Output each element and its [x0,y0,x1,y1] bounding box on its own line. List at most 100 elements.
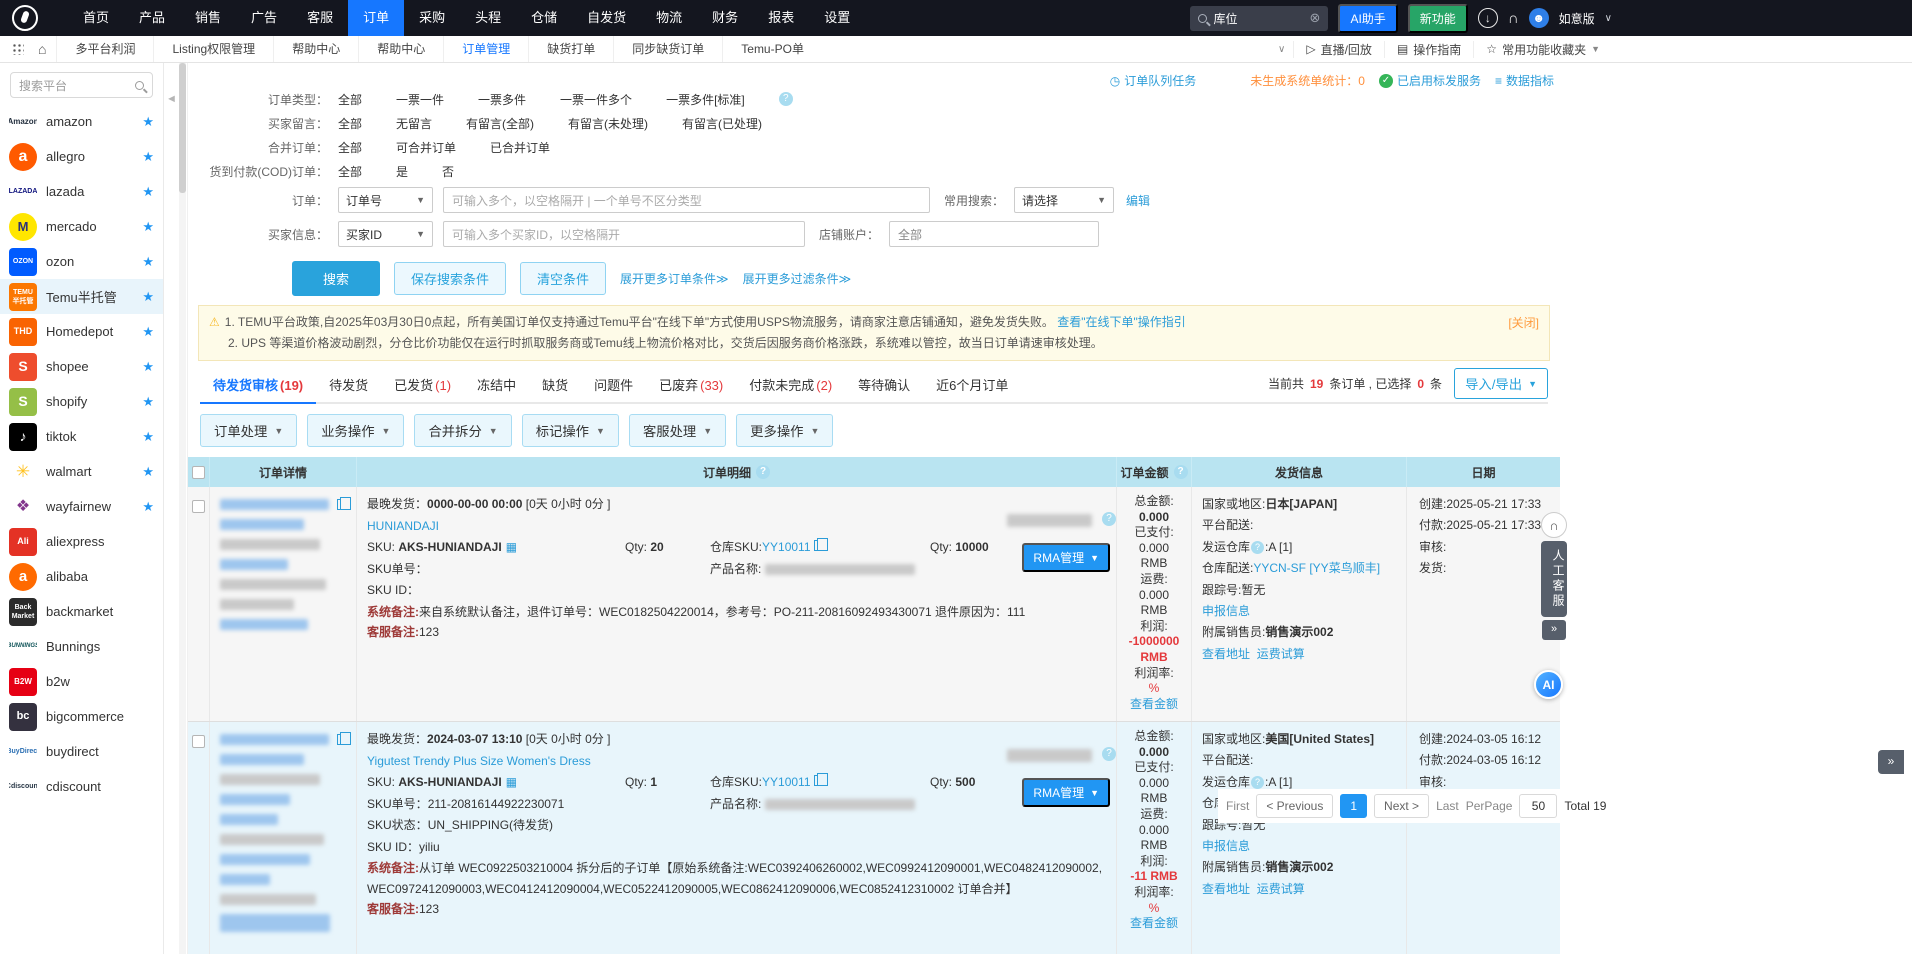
filter-option[interactable]: 可合并订单 [396,139,456,156]
edition-label[interactable]: 如意版 [1559,10,1595,27]
filter-option[interactable]: 全部 [338,115,362,132]
import-export-button[interactable]: 导入/导出▼ [1454,368,1548,399]
platform-item[interactable]: a alibaba ★ [0,559,163,594]
more-filter-conditions-link[interactable]: 展开更多过滤条件≫ [743,270,852,287]
per-page-input[interactable]: 50 [1519,794,1557,818]
status-tab[interactable]: 已发货(1) [381,365,464,402]
notice-guide-link[interactable]: 查看"在线下单"操作指引 [1057,315,1186,329]
notice-close-link[interactable]: [关闭] [1508,313,1539,334]
grid-icon[interactable]: ▦ [506,540,517,554]
platform-item[interactable]: a allegro ★ [0,139,163,174]
grid-icon[interactable]: ▦ [506,775,517,789]
filter-option[interactable]: 一票多件 [478,91,526,108]
filter-option[interactable]: 一票一件 [396,91,444,108]
help-icon[interactable]: ? [1102,747,1116,761]
tabs-chevron-down-icon[interactable]: ∨ [1278,44,1293,55]
status-tab[interactable]: 缺货 [529,365,581,402]
filter-option[interactable]: 全部 [338,139,362,156]
platform-item[interactable]: Cdiscount cdiscount ★ [0,769,163,804]
buyer-id-input[interactable]: 可输入多个买家ID，以空格隔开 [443,221,805,247]
platform-search-input[interactable]: 搜索平台 [10,72,153,98]
copy-icon[interactable] [814,775,823,786]
star-icon[interactable]: ★ [142,184,154,200]
first-page-link[interactable]: First [1226,799,1249,813]
warehouse-sku-link[interactable]: YY10011 [762,775,811,789]
scrollbar-thumb[interactable] [179,63,186,193]
live-replay-link[interactable]: ▷直播/回放 [1293,41,1384,58]
top-menu-item[interactable]: 广告 [236,0,292,36]
page-tab[interactable]: 多平台利润 [56,36,153,62]
rma-button[interactable]: RMA管理▼ [1022,543,1110,572]
page-tab[interactable]: Listing权限管理 [153,36,273,62]
view-address-link[interactable]: 查看地址 [1202,647,1250,661]
platform-item[interactable]: ♪ tiktok ★ [0,419,163,454]
top-menu-item[interactable]: 头程 [460,0,516,36]
status-tab[interactable]: 已废弃(33) [646,365,736,402]
freight-trial-link[interactable]: 运费试算 [1257,882,1305,896]
top-menu-item[interactable]: 首页 [68,0,124,36]
platform-item[interactable]: M mercado ★ [0,209,163,244]
avatar[interactable]: ☻ [1529,8,1549,28]
declare-info-link[interactable]: 申报信息 [1202,604,1250,618]
platform-item[interactable]: Back Market backmarket ★ [0,594,163,629]
view-amount-link[interactable]: 查看金额 [1130,697,1178,711]
platform-item[interactable]: BUNNINGS Bunnings ★ [0,629,163,664]
collapse-sidebar-icon[interactable]: ◄ [166,93,177,105]
help-icon[interactable]: ? [1251,541,1264,554]
filter-option[interactable]: 全部 [338,91,362,108]
star-icon[interactable]: ★ [142,219,154,235]
home-icon[interactable]: ⌂ [38,41,46,57]
ai-float-button[interactable]: AI [1534,670,1563,699]
platform-item[interactable]: Amazon amazon ★ [0,104,163,139]
headset-icon[interactable]: ∩ [1541,512,1567,538]
order-type-select[interactable]: 订单号▼ [338,187,433,213]
action-menu-button[interactable]: 合并拆分▼ [414,414,511,447]
top-menu-item[interactable]: 设置 [809,0,865,36]
top-menu-item[interactable]: 订单 [348,0,404,36]
favorites-link[interactable]: ☆常用功能收藏夹▼ [1473,41,1612,58]
new-features-button[interactable]: 新功能 [1408,4,1468,33]
filter-option[interactable]: 全部 [338,163,362,180]
row-checkbox[interactable] [192,500,205,513]
star-icon[interactable]: ★ [142,324,154,340]
view-address-link[interactable]: 查看地址 [1202,882,1250,896]
action-menu-button[interactable]: 订单处理▼ [200,414,297,447]
data-metrics-link[interactable]: ≡数据指标 [1495,72,1554,89]
flag-service-link[interactable]: ✓已启用标发服务 [1379,72,1481,89]
status-tab[interactable]: 待发货 [316,365,381,402]
download-icon[interactable]: ↓ [1478,8,1498,28]
common-search-select[interactable]: 请选择▼ [1014,187,1114,213]
guide-link[interactable]: ▤操作指南 [1384,41,1473,58]
page-tab[interactable]: 帮助中心 [358,36,443,62]
platform-item[interactable]: BuyDirect buydirect ★ [0,734,163,769]
save-search-button[interactable]: 保存搜索条件 [394,262,506,295]
star-icon[interactable]: ★ [142,254,154,270]
star-icon[interactable]: ★ [142,394,154,410]
help-icon[interactable]: ? [1251,776,1264,789]
star-icon[interactable]: ★ [142,359,154,375]
top-menu-item[interactable]: 销售 [180,0,236,36]
clear-search-button[interactable]: 清空条件 [520,262,606,295]
platform-item[interactable]: B2W b2w ★ [0,664,163,699]
collapse-right-icon[interactable]: » [1542,620,1566,640]
product-link[interactable]: Yigutest Trendy Plus Size Women's Dress [367,754,591,768]
order-queue-link[interactable]: ◷订单队列任务 [1110,72,1197,89]
last-page-link[interactable]: Last [1436,799,1459,813]
order-number-input[interactable]: 可输入多个，以空格隔开 | 一个单号不区分类型 [443,187,930,213]
human-service-button[interactable]: 人工客服 [1541,541,1567,617]
filter-option[interactable]: 是 [396,163,408,180]
filter-option[interactable]: 一票多件[标准] [666,91,745,108]
status-tab[interactable]: 等待确认 [845,365,923,402]
headset-icon[interactable]: ∩ [1508,10,1519,27]
select-all-checkbox[interactable] [192,466,205,479]
platform-item[interactable]: ✳ walmart ★ [0,454,163,489]
declare-info-link[interactable]: 申报信息 [1202,839,1250,853]
action-menu-button[interactable]: 客服处理▼ [629,414,726,447]
filter-option[interactable]: 已合并订单 [490,139,550,156]
page-tab[interactable]: Temu-PO单 [722,36,822,62]
top-menu-item[interactable]: 仓储 [516,0,572,36]
filter-option[interactable]: 一票一件多个 [560,91,632,108]
platform-item[interactable]: Ali aliexpress ★ [0,524,163,559]
rma-button[interactable]: RMA管理▼ [1022,778,1110,807]
action-menu-button[interactable]: 业务操作▼ [307,414,404,447]
